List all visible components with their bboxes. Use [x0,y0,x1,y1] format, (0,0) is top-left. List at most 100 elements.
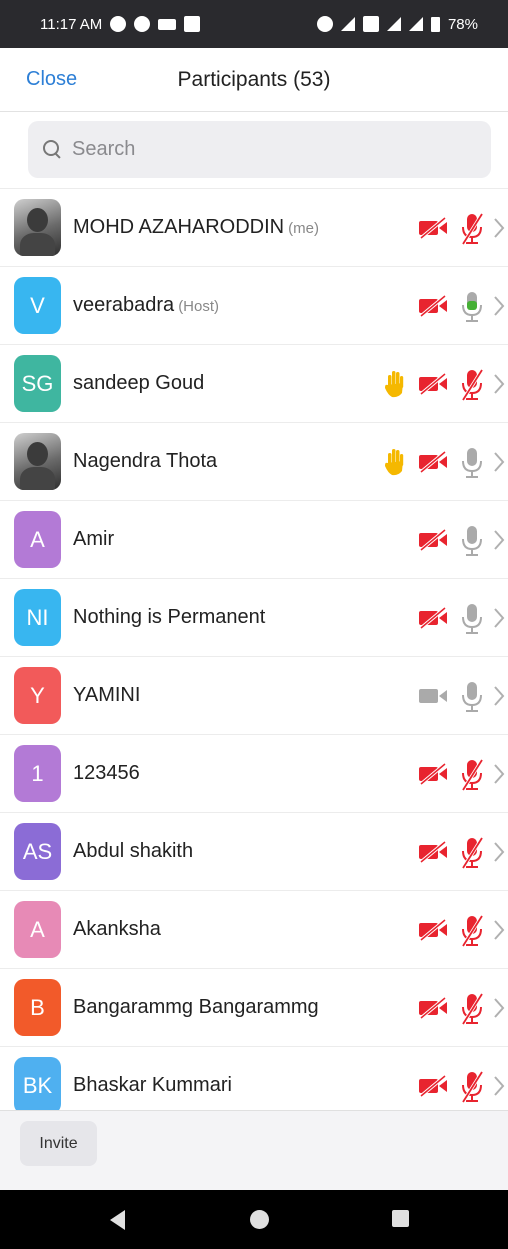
participant-row[interactable]: A Amir [0,500,508,578]
video-off-icon [418,762,448,786]
participant-row[interactable]: A Akanksha [0,890,508,968]
search-input[interactable] [72,138,472,161]
participant-name-wrap: Nagendra Thota [73,450,217,473]
wifi-icon [340,17,355,31]
avatar: V [14,277,61,334]
avatar: BK [14,1057,61,1110]
video-off-icon [418,450,448,474]
chevron-right-icon[interactable] [493,763,505,785]
chevron-right-icon[interactable] [493,1075,505,1097]
search-icon [42,139,64,161]
avatar: Y [14,667,61,724]
participant-row[interactable]: Y YAMINI [0,656,508,734]
participant-row[interactable]: Vveerabadra (Host) [0,266,508,344]
participant-name-wrap: YAMINI [73,684,140,707]
navigation-bar [0,1190,508,1249]
volte-icon [362,16,379,32]
avatar [14,433,61,490]
video-icon [158,18,177,30]
status-right: 78% [316,15,478,33]
status-time: 11:17 AM [40,15,103,33]
footer: Invite [0,1110,508,1190]
alarm-icon [316,16,333,32]
participant-name-wrap: veerabadra (Host) [73,294,219,317]
avatar: A [14,511,61,568]
video-off-icon [418,840,448,864]
participant-name: YAMINI [73,684,141,706]
search-bar[interactable] [28,121,491,178]
chevron-right-icon[interactable] [493,997,505,1019]
avatar: SG [14,355,61,412]
participant-name: Bhaskar Kummari [73,1074,232,1096]
chevron-right-icon[interactable] [493,607,505,629]
whatsapp-icon [110,16,127,32]
participant-name-wrap: Amir [73,528,114,551]
participant-name-wrap: MOHD AZAHARODDIN (me) [73,216,319,239]
back-icon[interactable] [110,1210,125,1230]
mic-muted-icon [459,836,485,870]
chevron-right-icon[interactable] [493,529,505,551]
status-left: 11:17 AM [40,15,201,33]
chevron-right-icon[interactable] [493,451,505,473]
participant-row[interactable]: MOHD AZAHARODDIN (me) [0,188,508,266]
participant-role-tag: (me) [288,220,319,237]
video-off-icon [418,918,448,942]
invite-button[interactable]: Invite [20,1121,97,1166]
avatar: NI [14,589,61,646]
participant-name: Bangarammg Bangarammg [73,996,319,1018]
participant-row[interactable]: Nagendra Thota [0,422,508,500]
participant-name-wrap: Abdul shakith [73,840,193,863]
avatar [14,199,61,256]
mic-muted-icon [459,758,485,792]
mic-icon [459,290,485,324]
chevron-right-icon[interactable] [493,217,505,239]
chevron-right-icon[interactable] [493,295,505,317]
mic-icon [459,446,485,480]
participant-row[interactable]: SG sandeep Goud [0,344,508,422]
chevron-right-icon[interactable] [493,841,505,863]
video-off-icon [418,996,448,1020]
phone-icon [134,16,151,32]
participant-role-tag: (Host) [178,298,220,315]
participant-name: MOHD AZAHARODDIN [73,216,285,238]
recents-icon[interactable] [392,1210,409,1227]
battery-percent: 78% [447,15,478,33]
gallery-icon [184,16,201,32]
battery-icon [430,16,440,32]
participant-row[interactable]: B Bangarammg Bangarammg [0,968,508,1046]
avatar: A [14,901,61,958]
close-button[interactable]: Close [26,68,77,91]
mic-muted-icon [459,368,485,402]
participant-row[interactable]: 1 123456 [0,734,508,812]
mic-muted-icon [459,992,485,1026]
mic-icon [459,602,485,636]
participant-name-wrap: Bhaskar Kummari [73,1074,232,1097]
signal-icon [386,17,401,31]
avatar: AS [14,823,61,880]
signal-icon [408,17,423,31]
participant-name: Akanksha [73,918,161,940]
participant-name-wrap: Bangarammg Bangarammg [73,996,319,1019]
participant-row[interactable]: NI Nothing is Permanent [0,578,508,656]
participant-name-wrap: Nothing is Permanent [73,606,265,629]
participant-name: sandeep Goud [73,372,205,394]
mic-icon [459,524,485,558]
video-off-icon [418,1074,448,1098]
participant-name: veerabadra [73,294,175,316]
participant-name-wrap: 123456 [73,762,140,785]
participant-name: Nagendra Thota [73,450,218,472]
participant-name: Abdul shakith [73,840,194,862]
home-icon[interactable] [250,1210,269,1229]
avatar: B [14,979,61,1036]
participant-row[interactable]: AS Abdul shakith [0,812,508,890]
chevron-right-icon[interactable] [493,685,505,707]
page-title: Participants (53) [177,67,331,91]
chevron-right-icon[interactable] [493,373,505,395]
participant-name-wrap: sandeep Goud [73,372,204,395]
mic-icon [459,680,485,714]
participant-name: Amir [73,528,115,550]
avatar: 1 [14,745,61,802]
raised-hand-icon [384,447,406,477]
participant-row[interactable]: BK Bhaskar Kummari [0,1046,508,1110]
chevron-right-icon[interactable] [493,919,505,941]
